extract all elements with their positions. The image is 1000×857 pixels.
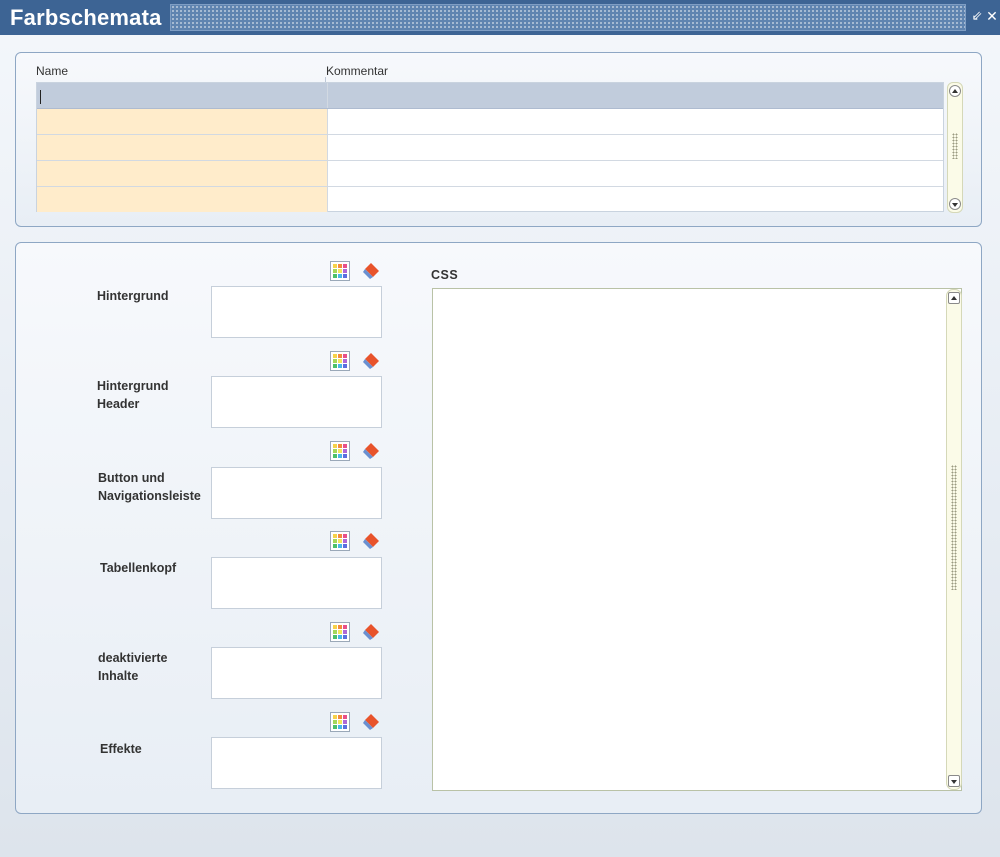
scheme-table <box>36 82 944 212</box>
text-cursor <box>40 90 41 104</box>
palette-icon[interactable] <box>330 622 350 642</box>
eraser-icon[interactable] <box>362 623 380 641</box>
field-label: Tabellenkopf <box>100 561 177 575</box>
css-textarea[interactable] <box>432 288 962 791</box>
minimize-icon[interactable]: ⇙ <box>970 9 984 25</box>
table-row[interactable] <box>37 83 943 109</box>
eraser-icon[interactable] <box>362 352 380 370</box>
color-field-button-navigation[interactable] <box>211 467 382 519</box>
cell-name[interactable] <box>37 109 327 134</box>
palette-icon[interactable] <box>330 261 350 281</box>
palette-icon[interactable] <box>330 441 350 461</box>
eraser-icon[interactable] <box>362 532 380 550</box>
cell-name[interactable] <box>37 161 327 186</box>
cell-comment[interactable] <box>327 83 943 108</box>
chevron-down-icon[interactable] <box>949 198 961 210</box>
field-label: Effekte <box>100 742 142 756</box>
table-row[interactable] <box>37 187 943 213</box>
color-field-effekte[interactable] <box>211 737 382 789</box>
table-scrollbar[interactable] <box>947 82 963 213</box>
scrollbar-thumb[interactable] <box>952 133 958 159</box>
color-field-hintergrund[interactable] <box>211 286 382 338</box>
color-field-tabellenkopf[interactable] <box>211 557 382 609</box>
table-row[interactable] <box>37 135 943 161</box>
column-header-name[interactable]: Name <box>36 64 68 78</box>
close-icon[interactable]: ✕ <box>985 9 999 25</box>
css-scrollbar[interactable] <box>946 289 962 790</box>
scheme-table-panel: Name Kommentar <box>15 52 982 227</box>
cell-name[interactable] <box>37 135 327 160</box>
palette-icon[interactable] <box>330 531 350 551</box>
table-row[interactable] <box>37 109 943 135</box>
chevron-down-icon[interactable] <box>948 775 960 787</box>
title-bar: Farbschemata ⇙ ✕ <box>0 0 1000 35</box>
palette-icon[interactable] <box>330 712 350 732</box>
eraser-icon[interactable] <box>362 262 380 280</box>
css-label: CSS <box>431 268 459 282</box>
table-row[interactable] <box>37 161 943 187</box>
chevron-up-icon[interactable] <box>949 85 961 97</box>
field-label: Button und Navigationsleiste <box>98 471 201 503</box>
color-field-deaktivierte-inhalte[interactable] <box>211 647 382 699</box>
cell-name[interactable] <box>37 83 327 108</box>
eraser-icon[interactable] <box>362 442 380 460</box>
field-label: Hintergrund <box>97 289 169 303</box>
cell-comment[interactable] <box>327 161 943 186</box>
scrollbar-thumb[interactable] <box>951 465 957 590</box>
title-drag-handle[interactable] <box>170 4 966 31</box>
field-label: Hintergrund Header <box>97 379 169 411</box>
column-header-comment[interactable]: Kommentar <box>326 64 388 78</box>
chevron-up-icon[interactable] <box>948 292 960 304</box>
cell-comment[interactable] <box>327 135 943 160</box>
eraser-icon[interactable] <box>362 713 380 731</box>
scheme-detail-panel: Hintergrund Hintergrund Header Button un… <box>15 242 982 814</box>
cell-comment[interactable] <box>327 187 943 212</box>
palette-icon[interactable] <box>330 351 350 371</box>
cell-comment[interactable] <box>327 109 943 134</box>
color-field-hintergrund-header[interactable] <box>211 376 382 428</box>
field-label: deaktivierte Inhalte <box>98 651 168 683</box>
window-title: Farbschemata <box>10 5 162 30</box>
cell-name[interactable] <box>37 187 327 212</box>
